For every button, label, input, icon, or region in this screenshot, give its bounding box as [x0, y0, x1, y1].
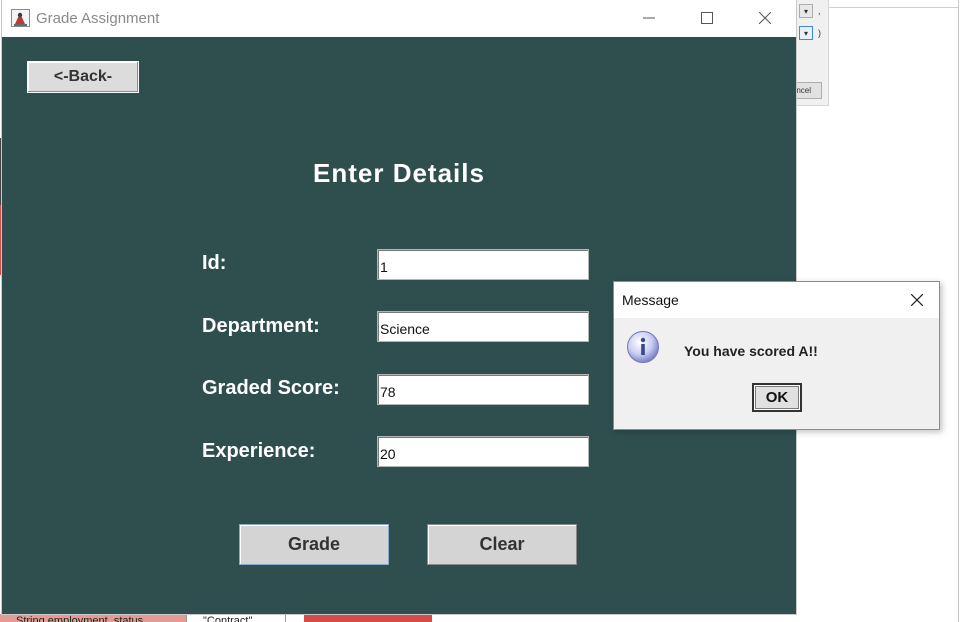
background-glyph: ): [818, 28, 821, 38]
window-titlebar[interactable]: Grade Assignment: [2, 0, 796, 37]
dialog-message: You have scored A!!: [684, 343, 818, 359]
background-combo-arrow-icon[interactable]: ▾: [799, 4, 813, 18]
background-table-cell: "Contract": [186, 614, 286, 622]
close-button[interactable]: [736, 0, 794, 36]
minimize-icon: [643, 17, 655, 19]
information-icon: [626, 330, 660, 364]
background-divider: [958, 0, 959, 622]
clear-button[interactable]: Clear: [427, 524, 577, 565]
maximize-button[interactable]: [678, 0, 736, 36]
background-glyph: ,: [818, 6, 821, 16]
department-label: Department:: [202, 315, 320, 337]
form-heading: Enter Details: [313, 158, 485, 188]
background-combo-arrow-icon[interactable]: ▾: [799, 26, 813, 40]
id-label: Id:: [202, 252, 227, 274]
background-table-cell: String employment_status: [0, 614, 186, 622]
close-icon: [911, 294, 923, 306]
window-title: Grade Assignment: [36, 10, 160, 27]
graded-score-label: Graded Score:: [202, 377, 340, 399]
dialog-title: Message: [622, 292, 679, 308]
dialog-titlebar[interactable]: Message: [614, 282, 939, 318]
ok-button[interactable]: OK: [752, 383, 802, 412]
background-table-cell: [304, 614, 432, 622]
experience-field[interactable]: [377, 436, 589, 467]
maximize-icon: [701, 12, 713, 24]
id-field[interactable]: [377, 249, 589, 280]
java-app-icon: [11, 9, 30, 27]
background-divider: [828, 7, 958, 8]
graded-score-field[interactable]: [377, 374, 589, 405]
back-button[interactable]: <-Back-: [27, 61, 139, 93]
close-icon: [759, 12, 771, 24]
minimize-button[interactable]: [620, 0, 678, 36]
message-dialog: Message You have scored A!! OK: [613, 281, 940, 430]
experience-label: Experience:: [202, 440, 316, 462]
dialog-close-button[interactable]: [897, 282, 937, 318]
department-field[interactable]: [377, 311, 589, 342]
grade-button[interactable]: Grade: [239, 524, 389, 565]
